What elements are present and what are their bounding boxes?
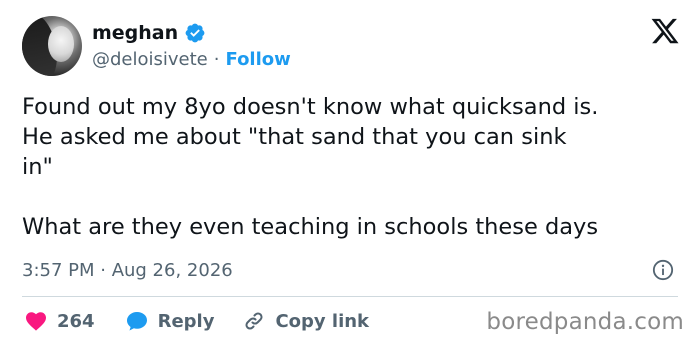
like-button[interactable]: 264 — [24, 309, 95, 333]
follow-button[interactable]: Follow — [226, 49, 291, 70]
heart-icon — [26, 312, 46, 331]
tweet-meta-row: 3:57 PM · Aug 26, 2026 — [22, 256, 678, 284]
reply-button[interactable]: Reply — [125, 309, 215, 333]
copy-link-label: Copy link — [275, 310, 370, 332]
author-handle[interactable]: @deloisivete — [92, 49, 208, 70]
tweet-timestamp[interactable]: 3:57 PM · Aug 26, 2026 — [22, 260, 233, 281]
author-name-row: meghan — [92, 22, 206, 44]
reply-label: Reply — [157, 310, 215, 332]
copy-link-button[interactable]: Copy link — [242, 309, 369, 333]
watermark: boredpanda.com — [486, 309, 684, 335]
verified-badge-icon — [185, 23, 205, 43]
reply-bubble-icon — [126, 312, 147, 331]
link-icon — [245, 312, 263, 330]
separator-dot: · — [213, 49, 220, 70]
author-name[interactable]: meghan — [92, 22, 178, 44]
info-icon[interactable] — [652, 259, 674, 281]
like-count: 264 — [57, 310, 95, 332]
tweet-text: Found out my 8yo doesn't know what quick… — [22, 94, 599, 240]
avatar-face — [48, 26, 74, 62]
avatar[interactable] — [22, 16, 82, 76]
tweet-header: meghan @deloisivete · Follow — [22, 14, 682, 78]
author-handle-row: @deloisivete · Follow — [92, 49, 291, 70]
action-bar: 264 Reply Copy link — [24, 306, 397, 336]
x-logo-icon[interactable] — [650, 16, 680, 46]
divider — [22, 296, 678, 297]
